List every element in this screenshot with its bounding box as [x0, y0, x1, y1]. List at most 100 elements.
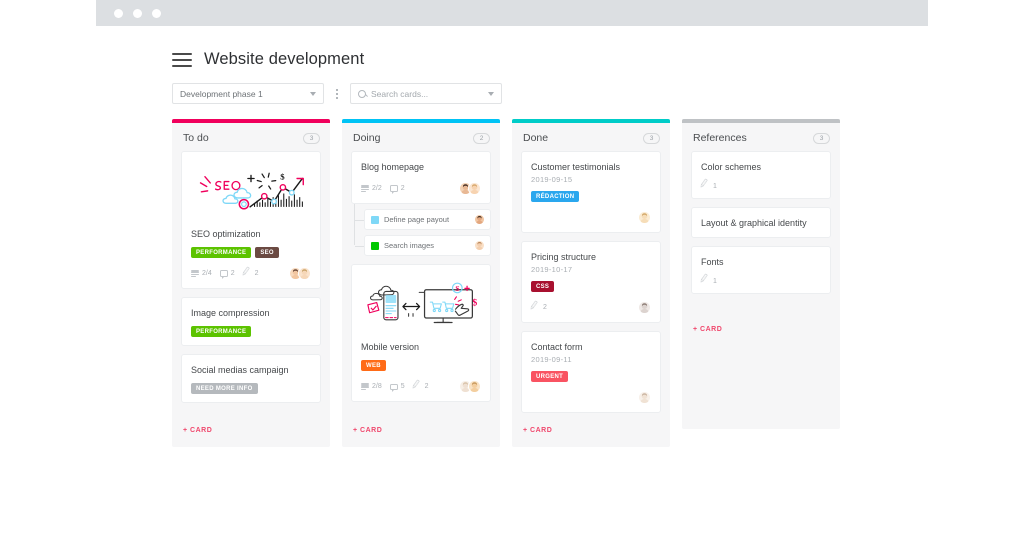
column-count-badge: 3 [303, 132, 320, 144]
column-header[interactable]: Doing 2 [342, 123, 500, 151]
hamburger-icon[interactable] [172, 52, 192, 67]
tag-badge[interactable]: PERFORMANCE [191, 326, 252, 338]
kanban-column: Doing 2 Blog homepage 2/2 2 Define page payou… [342, 119, 500, 448]
kanban-card[interactable]: Color schemes 1 [691, 151, 831, 200]
card-tags: WEB [361, 360, 481, 372]
kanban-card[interactable]: Blog homepage 2/2 2 [351, 151, 491, 205]
column-header[interactable]: Done 3 [512, 123, 670, 151]
card-title: Color schemes [701, 162, 762, 172]
column-header[interactable]: References 3 [682, 123, 840, 151]
tag-badge[interactable]: WEB [361, 360, 386, 372]
tag-badge[interactable]: CSS [531, 281, 555, 293]
column-title: To do [183, 132, 209, 144]
card-due-date: 2019-10-17 [531, 265, 573, 275]
card-title: Fonts [701, 257, 724, 268]
card-assignees [638, 211, 651, 225]
search-icon [358, 89, 366, 98]
card-meta: 1 [701, 182, 821, 190]
card-tags: CSS [531, 281, 651, 293]
kanban-card[interactable]: Layout & graphical identity [691, 207, 831, 239]
phase-select[interactable]: Development phase 1 [172, 83, 324, 104]
card-title: Image compression [191, 308, 270, 319]
subcard[interactable]: Define page payout [355, 209, 491, 231]
card-meta [531, 211, 651, 225]
card-due-date: 2019-09-11 [531, 355, 572, 365]
avatar[interactable] [468, 380, 481, 394]
subcard-title: Define page payout [384, 215, 450, 225]
avatar[interactable] [638, 301, 651, 315]
column-header[interactable]: To do 3 [172, 123, 330, 151]
kanban-card[interactable]: Contact form 2019-09-11 URGENT [521, 331, 661, 414]
tag-badge[interactable]: SEO [255, 247, 279, 259]
color-swatch-icon [371, 241, 379, 250]
avatar[interactable] [475, 215, 484, 225]
comment-icon [389, 383, 398, 392]
kanban-card[interactable]: Pricing structure 2019-10-17 CSS 2 [521, 241, 661, 324]
card-tags: RÉDACTION [531, 191, 651, 203]
card-title: Blog homepage [361, 162, 425, 172]
kanban-column: Done 3 Customer testimonials 2019-09-15 RÉDA… [512, 119, 670, 448]
avatar[interactable] [638, 391, 651, 405]
kanban-card[interactable]: Social medias campaign NEED MORE INFO [181, 354, 321, 404]
kanban-card[interactable]: Customer testimonials 2019-09-15 RÉDACTION [521, 151, 661, 234]
paperclip-icon [701, 277, 710, 285]
attachments-meta: 1 [701, 277, 717, 285]
add-card-button[interactable]: + CARD [342, 402, 500, 447]
kanban-card[interactable]: S$Mobile versionWEB2/852 [351, 264, 491, 403]
card-title: Customer testimonials [531, 162, 621, 172]
close-dot[interactable] [114, 8, 123, 18]
avatar[interactable] [638, 211, 651, 225]
avatar[interactable] [468, 182, 481, 196]
kanban-column: References 3 Color schemes 1 Layout & graphi… [682, 119, 840, 429]
kanban-card[interactable]: $ SEO optimization PERFORMANCESEO 2/4 2 2 [181, 151, 321, 290]
tag-badge[interactable]: RÉDACTION [531, 191, 580, 203]
window-titlebar [96, 0, 928, 26]
mobile-illustration-icon: S $ [359, 272, 483, 335]
search-input[interactable]: Search cards... [350, 83, 502, 104]
card-meta [531, 391, 651, 405]
attachment-count: 1 [713, 182, 717, 190]
add-card-button[interactable]: + CARD [172, 403, 330, 447]
tag-badge[interactable]: NEED MORE INFO [191, 383, 258, 395]
tag-badge[interactable]: URGENT [531, 371, 569, 383]
card-assignees [459, 380, 481, 394]
screenshot-root: Website development Development phase 1 … [0, 0, 1024, 540]
column-cards: Color schemes 1 Layout & graphical identit… [682, 151, 840, 295]
kanban-card[interactable]: Image compression PERFORMANCE [181, 297, 321, 347]
checklist-icon [361, 185, 369, 193]
checklist-meta: 2/4 [191, 270, 212, 277]
chevron-down-icon [310, 91, 316, 96]
maximize-dot[interactable] [152, 8, 161, 18]
checklist-meta: 2/2 [361, 185, 382, 192]
attachments-meta: 1 [701, 182, 717, 190]
avatar[interactable] [475, 241, 484, 251]
svg-text:$: $ [280, 171, 285, 181]
seo-illustration-icon: $ [189, 159, 313, 221]
comment-count: 2 [400, 185, 405, 193]
comments-meta: 5 [389, 383, 405, 392]
minimize-dot[interactable] [133, 8, 142, 18]
app-viewport: Website development Development phase 1 … [96, 26, 928, 496]
subcard-title: Search images [384, 241, 435, 251]
phase-select-value: Development phase 1 [180, 88, 263, 99]
card-group: $ SEO optimization PERFORMANCESEO 2/4 2 2 [181, 151, 321, 290]
card-title: Contact form [531, 342, 583, 353]
add-card-button[interactable]: + CARD [512, 413, 670, 447]
comment-icon [389, 185, 398, 194]
column-count-badge: 2 [473, 132, 490, 144]
subcard[interactable]: Search images [355, 235, 491, 257]
subcard-list: Define page payout Search images [351, 204, 491, 257]
kanban-card[interactable]: Fonts 1 [691, 246, 831, 295]
tag-badge[interactable]: PERFORMANCE [191, 247, 252, 259]
comment-icon [219, 270, 228, 279]
checklist-icon [361, 383, 369, 391]
card-group: Image compression PERFORMANCE [181, 297, 321, 347]
kebab-menu-icon[interactable] [328, 83, 346, 104]
attachment-count: 2 [424, 383, 429, 391]
search-placeholder: Search cards... [371, 88, 429, 99]
checklist-meta: 2/8 [361, 383, 382, 390]
avatar[interactable] [298, 267, 311, 281]
card-group: S$Mobile versionWEB2/852 [351, 264, 491, 403]
add-card-button[interactable]: + CARD [682, 294, 840, 346]
checklist-icon [191, 270, 199, 278]
